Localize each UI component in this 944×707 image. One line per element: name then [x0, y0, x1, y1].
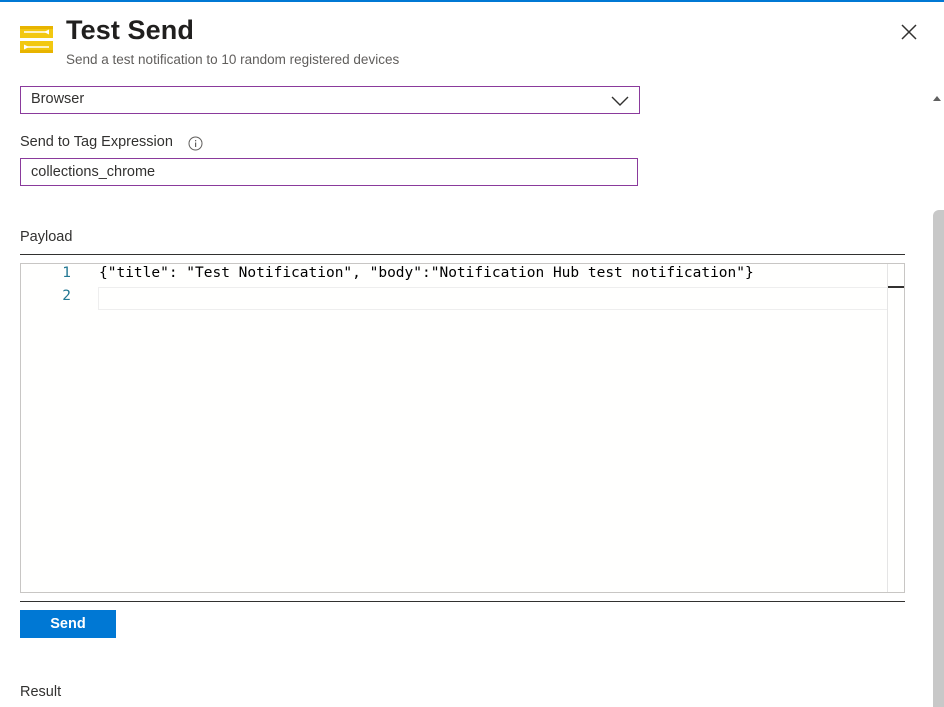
overview-ruler-cursor [888, 286, 904, 288]
editor-scrollbar[interactable] [887, 264, 904, 592]
editor-bottom-divider [20, 601, 905, 602]
page-title: Test Send [66, 15, 194, 45]
tag-expression-input[interactable] [20, 158, 638, 186]
top-accent-bar [0, 0, 944, 2]
chevron-down-icon [611, 94, 629, 106]
current-line-highlight [98, 287, 889, 310]
platform-dropdown-value: Browser [31, 91, 85, 107]
payload-label: Payload [20, 229, 73, 245]
info-icon[interactable] [188, 136, 203, 151]
result-label: Result [20, 684, 62, 700]
tag-expression-label: Send to Tag Expression [20, 134, 173, 150]
notification-hub-icon [20, 26, 53, 53]
line-number: 1 [62, 265, 71, 281]
code-line[interactable]: {"title": "Test Notification", "body":"N… [99, 265, 754, 281]
page-scrollbar-thumb[interactable] [933, 210, 944, 707]
platform-dropdown[interactable]: Browser [20, 86, 640, 114]
line-number: 2 [62, 288, 71, 304]
scroll-up-arrow-icon[interactable] [932, 90, 942, 101]
page-subtitle: Send a test notification to 10 random re… [66, 52, 400, 67]
close-icon[interactable] [897, 20, 921, 44]
payload-divider [20, 254, 905, 255]
payload-editor[interactable]: 1 {"title": "Test Notification", "body":… [20, 263, 905, 593]
page-scrollbar[interactable] [930, 80, 944, 707]
send-button[interactable]: Send [20, 610, 116, 638]
